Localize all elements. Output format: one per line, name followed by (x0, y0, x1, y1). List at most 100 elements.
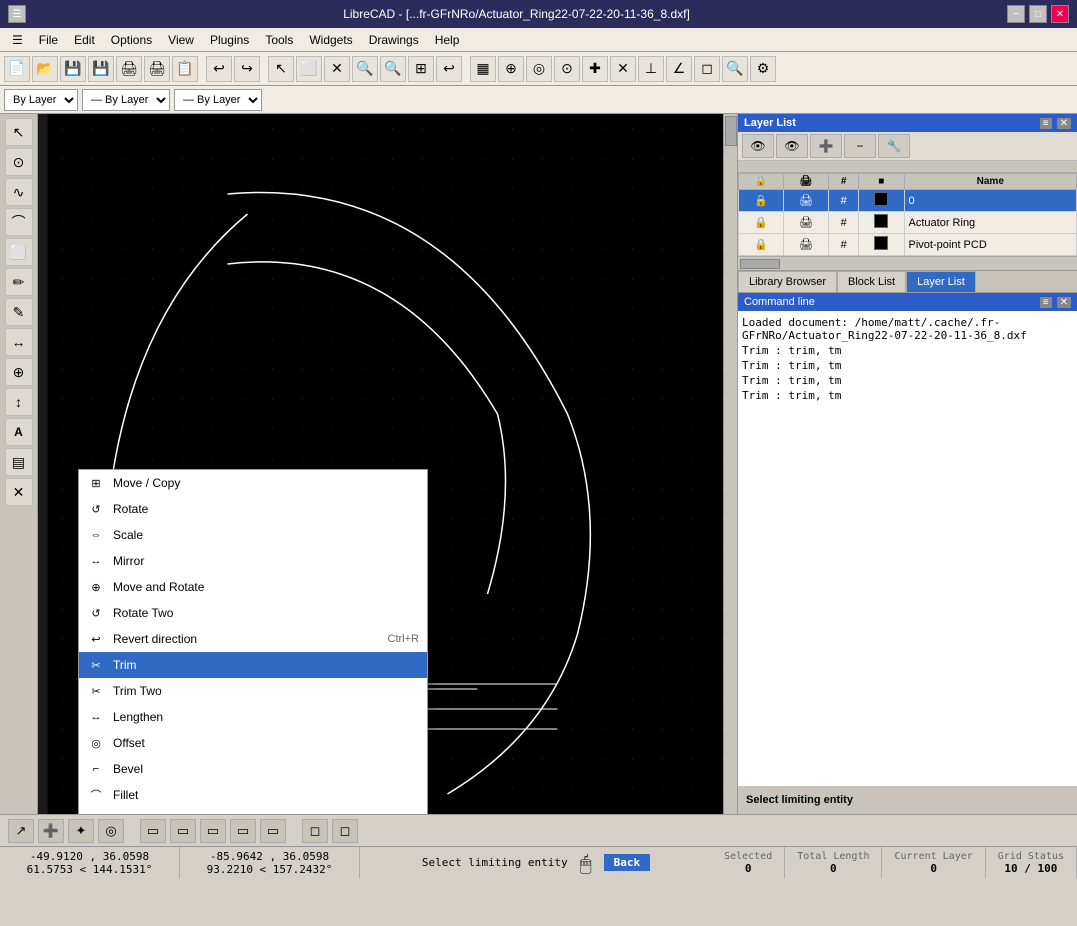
bt-snap-point[interactable]: ↗ (8, 819, 34, 843)
system-menu-button[interactable]: ☰ (8, 5, 26, 23)
bt-tool-1[interactable]: ◻ (302, 819, 328, 843)
zoom-out-button[interactable]: 🔍 (380, 56, 406, 82)
tool-snap[interactable]: ⊕ (5, 358, 33, 386)
grid-button[interactable]: ▦ (470, 56, 496, 82)
ctx-offset[interactable]: ◎ Offset (79, 730, 427, 756)
tab-library-browser[interactable]: Library Browser (738, 271, 837, 292)
new-button[interactable]: 📄 (4, 56, 30, 82)
menu-options[interactable]: Options (103, 31, 160, 49)
ctx-move-rotate[interactable]: ⊕ Move and Rotate (79, 574, 427, 600)
menu-edit[interactable]: Edit (66, 31, 103, 49)
color-selector[interactable]: By Layer (4, 89, 78, 111)
layer-scroll-bar[interactable] (738, 256, 1077, 270)
bt-window-single[interactable]: ▭ (140, 819, 166, 843)
open-button[interactable]: 📂 (32, 56, 58, 82)
layer-row-1[interactable]: 🔒 🖨 # Actuator Ring (739, 212, 1077, 234)
menu-help[interactable]: Help (427, 31, 468, 49)
command-panel-close-button[interactable]: ✕ (1057, 297, 1071, 308)
print-preview-button[interactable]: 🖨 (116, 56, 142, 82)
remove-layer-button[interactable]: − (844, 134, 876, 158)
linetype-selector[interactable]: — By Layer (82, 89, 170, 111)
snap-button[interactable]: ⊕ (498, 56, 524, 82)
menu-plugins[interactable]: Plugins (202, 31, 257, 49)
tool-hatch[interactable]: ▤ (5, 448, 33, 476)
menu-icon[interactable]: ☰ (4, 31, 31, 49)
ctx-move-copy[interactable]: ⊞ Move / Copy (79, 470, 427, 496)
layer-horizontal-scroll[interactable] (738, 161, 1077, 173)
menu-widgets[interactable]: Widgets (301, 31, 360, 49)
tool-modify[interactable]: ✕ (5, 478, 33, 506)
ctx-fillet[interactable]: ⌒ Fillet (79, 782, 427, 808)
tool-circle[interactable]: ⊙ (5, 148, 33, 176)
command-panel-float-button[interactable]: ≡ (1040, 297, 1052, 308)
snap-center-button[interactable]: ✚ (582, 56, 608, 82)
bt-snap-circle[interactable]: ◎ (98, 819, 124, 843)
snap-perp-button[interactable]: ⊥ (638, 56, 664, 82)
ctx-trim-two[interactable]: ✂ Trim Two (79, 678, 427, 704)
tool-rect[interactable]: ⬜ (5, 238, 33, 266)
zoom-prev-button[interactable]: ↩ (436, 56, 462, 82)
snap-free-button[interactable]: ◻ (694, 56, 720, 82)
ctx-revert[interactable]: ↩ Revert direction Ctrl+R (79, 626, 427, 652)
tab-block-list[interactable]: Block List (837, 271, 906, 292)
zoom-fit-button[interactable]: ⊞ (408, 56, 434, 82)
scroll-thumb[interactable] (725, 116, 737, 146)
zoom-in-button[interactable]: 🔍 (352, 56, 378, 82)
settings-button[interactable]: ⚙ (750, 56, 776, 82)
close-button[interactable]: ✕ (1051, 5, 1069, 23)
redo-button[interactable]: ↪ (234, 56, 260, 82)
ctx-mirror[interactable]: ↔ Mirror (79, 548, 427, 574)
bt-window-tile[interactable]: ▭ (260, 819, 286, 843)
edit-layer-button[interactable]: 🔧 (878, 134, 910, 158)
menu-drawings[interactable]: Drawings (361, 31, 427, 49)
layer-panel-close-button[interactable]: ✕ (1057, 118, 1071, 129)
ctx-scale[interactable]: ⇔ Scale (79, 522, 427, 548)
bt-window-v[interactable]: ▭ (200, 819, 226, 843)
bt-add-point[interactable]: ➕ (38, 819, 64, 843)
tool-text[interactable]: A (5, 418, 33, 446)
tool-freehand[interactable]: ⌒ (5, 208, 33, 236)
menu-file[interactable]: File (31, 31, 66, 49)
info-button[interactable]: 🔍 (722, 56, 748, 82)
ctx-trim[interactable]: ✂ Trim (79, 652, 427, 678)
layer-row-2[interactable]: 🔒 🖨 # Pivot-point PCD (739, 234, 1077, 256)
bt-tool-2[interactable]: ◻ (332, 819, 358, 843)
ctx-bevel[interactable]: ⌐ Bevel (79, 756, 427, 782)
show-all-layers-button[interactable]: 👁 (742, 134, 774, 158)
ctx-lengthen[interactable]: ↔ Lengthen (79, 704, 427, 730)
hide-all-layers-button[interactable]: 👁 (776, 134, 808, 158)
bt-snap-free[interactable]: ✦ (68, 819, 94, 843)
tab-layer-list[interactable]: Layer List (906, 271, 976, 292)
select-button[interactable]: ↖ (268, 56, 294, 82)
layer-panel-float-button[interactable]: ≡ (1040, 118, 1052, 129)
menu-tools[interactable]: Tools (257, 31, 301, 49)
snap-intersect-button[interactable]: ✕ (610, 56, 636, 82)
save-as-button[interactable]: 💾 (88, 56, 114, 82)
add-layer-button[interactable]: ➕ (810, 134, 842, 158)
linewidth-selector[interactable]: — By Layer (174, 89, 262, 111)
tool-move[interactable]: ↔ (5, 328, 33, 356)
export-button[interactable]: 📋 (172, 56, 198, 82)
minimize-button[interactable]: − (1007, 5, 1025, 23)
select-window-button[interactable]: ⬜ (296, 56, 322, 82)
undo-button[interactable]: ↩ (206, 56, 232, 82)
layer-row-0[interactable]: 🔒 🖨 # 0 (739, 190, 1077, 212)
bt-window-h[interactable]: ▭ (170, 819, 196, 843)
save-button[interactable]: 💾 (60, 56, 86, 82)
ctx-divide[interactable]: ÷ Divide (79, 808, 427, 814)
maximize-button[interactable]: □ (1029, 5, 1047, 23)
tool-measure[interactable]: ↕ (5, 388, 33, 416)
snap-angle-button[interactable]: ∠ (666, 56, 692, 82)
tool-arc[interactable]: ∿ (5, 178, 33, 206)
tool-line[interactable]: ✏ (5, 268, 33, 296)
tool-select[interactable]: ↖ (5, 118, 33, 146)
snap-end-button[interactable]: ◎ (526, 56, 552, 82)
ctx-rotate[interactable]: ↺ Rotate (79, 496, 427, 522)
snap-mid-button[interactable]: ⊙ (554, 56, 580, 82)
ctx-rotate-two[interactable]: ↺ Rotate Two (79, 600, 427, 626)
drawing-canvas-area[interactable]: ⊞ Move / Copy ↺ Rotate ⇔ Scale ↔ Mirror … (38, 114, 737, 814)
vertical-scrollbar[interactable] (723, 114, 737, 814)
deselect-button[interactable]: ✕ (324, 56, 350, 82)
menu-view[interactable]: View (160, 31, 202, 49)
print-button[interactable]: 🖨 (144, 56, 170, 82)
